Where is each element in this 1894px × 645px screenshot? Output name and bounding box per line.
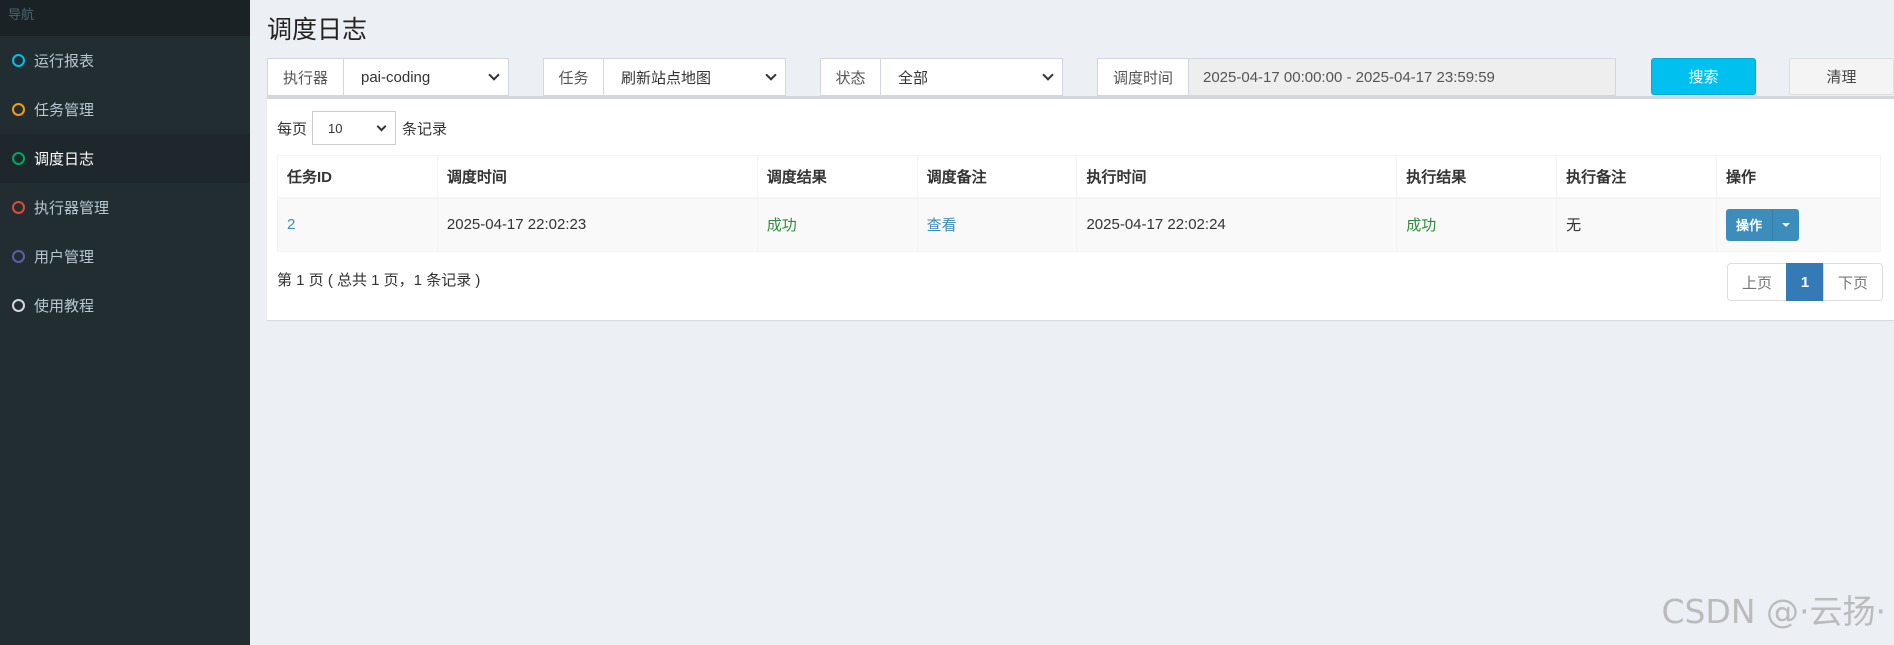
circle-icon: [12, 250, 25, 263]
handle-result-status: 成功: [1406, 217, 1437, 235]
trigger-result-status: 成功: [766, 217, 797, 235]
main-content: 调度日志 执行器 pai-coding 任务 刷新站点地图 状态 全部 调度时间…: [250, 0, 1894, 645]
sidebar-item-help[interactable]: 使用教程: [0, 281, 250, 330]
column-header[interactable]: 调度结果: [756, 155, 918, 199]
sidebar-item-executors[interactable]: 执行器管理: [0, 183, 250, 232]
chevron-down-icon: [1042, 69, 1054, 81]
sidebar-item-jobs[interactable]: 任务管理: [0, 85, 250, 134]
sidebar-item-label: 运行报表: [34, 53, 95, 70]
job-id-link[interactable]: 2: [287, 216, 295, 233]
column-header[interactable]: 操作: [1716, 155, 1881, 199]
status-select-value: 全部: [898, 69, 929, 87]
chevron-down-icon: [488, 69, 500, 81]
page-title: 调度日志: [267, 16, 368, 44]
task-filter-label: 任务: [544, 59, 604, 95]
circle-icon: [12, 201, 25, 214]
time-filter-label: 调度时间: [1098, 59, 1189, 95]
page-1-button[interactable]: 1: [1786, 263, 1824, 301]
action-button[interactable]: 操作: [1726, 208, 1774, 241]
clear-button[interactable]: 清理: [1789, 58, 1894, 95]
sidebar-item-logs[interactable]: 调度日志: [0, 134, 250, 183]
executor-select-value: pai-coding: [361, 68, 431, 86]
circle-icon: [12, 299, 25, 312]
page-size-select[interactable]: 10: [312, 111, 397, 145]
table-row: 2 2025-04-17 22:02:23 成功 查看 2025-04-17 2…: [277, 197, 1881, 252]
time-filter: 调度时间 2025-04-17 00:00:00 - 2025-04-17 23…: [1097, 58, 1616, 96]
page-size-prefix: 每页: [277, 120, 308, 138]
next-page-button[interactable]: 下页: [1823, 263, 1883, 301]
log-table: 任务ID 调度时间 调度结果 调度备注 执行时间 执行结果 执行备注 操作 2 …: [277, 155, 1881, 252]
sidebar-item-label: 用户管理: [34, 249, 95, 266]
executor-filter-label: 执行器: [268, 59, 344, 95]
circle-icon: [12, 103, 25, 116]
status-filter-label: 状态: [821, 59, 881, 95]
status-filter: 状态 全部: [820, 58, 1063, 96]
table-header-row: 任务ID 调度时间 调度结果 调度备注 执行时间 执行结果 执行备注 操作: [277, 155, 1881, 199]
action-button-group: 操作: [1726, 208, 1800, 241]
pagination: 上页 1 下页: [1727, 263, 1883, 301]
executor-filter: 执行器 pai-coding: [267, 58, 509, 96]
column-header[interactable]: 执行时间: [1076, 155, 1398, 199]
caret-down-icon: [1782, 222, 1791, 227]
search-button[interactable]: 搜索: [1651, 58, 1756, 95]
watermark: CSDN @·云扬·: [1661, 592, 1886, 631]
sidebar-item-dashboard[interactable]: 运行报表: [0, 36, 250, 85]
column-header[interactable]: 执行结果: [1396, 155, 1558, 199]
handle-note-cell: 无: [1556, 197, 1718, 252]
action-dropdown-toggle[interactable]: [1773, 208, 1800, 241]
time-range-input[interactable]: 2025-04-17 00:00:00 - 2025-04-17 23:59:5…: [1189, 59, 1615, 95]
column-header[interactable]: 调度备注: [916, 155, 1078, 199]
circle-icon: [12, 152, 25, 165]
page-size-control: 每页 10 条记录: [277, 111, 447, 145]
status-select[interactable]: 全部: [881, 59, 1062, 95]
chevron-down-icon: [765, 69, 777, 81]
task-select[interactable]: 刷新站点地图: [604, 59, 785, 95]
column-header[interactable]: 任务ID: [277, 155, 438, 199]
sidebar-item-label: 使用教程: [34, 298, 95, 315]
task-filter: 任务 刷新站点地图: [543, 58, 786, 96]
executor-select[interactable]: pai-coding: [344, 59, 508, 95]
circle-icon: [12, 54, 25, 67]
pagination-info: 第 1 页 ( 总共 1 页，1 条记录 ): [277, 272, 481, 289]
prev-page-button[interactable]: 上页: [1727, 263, 1787, 301]
sidebar-item-label: 调度日志: [34, 151, 95, 168]
page-size-value: 10: [328, 120, 343, 136]
sidebar-item-label: 执行器管理: [34, 200, 110, 217]
sidebar-item-users[interactable]: 用户管理: [0, 232, 250, 281]
sidebar-item-label: 任务管理: [34, 102, 95, 119]
task-select-value: 刷新站点地图: [621, 69, 712, 87]
sidebar: 导航 运行报表 任务管理 调度日志 执行器管理 用户管理 使用教程: [0, 0, 250, 645]
chevron-down-icon: [376, 121, 387, 131]
handle-time-cell: 2025-04-17 22:02:24: [1076, 197, 1398, 252]
log-list-box: 每页 10 条记录 任务ID 调度时间 调度结果 调度备注 执行时间 执行结果 …: [267, 96, 1894, 320]
trigger-note-link[interactable]: 查看: [927, 217, 957, 234]
column-header[interactable]: 调度时间: [436, 155, 758, 199]
trigger-time-cell: 2025-04-17 22:02:23: [436, 197, 758, 252]
column-header[interactable]: 执行备注: [1556, 155, 1718, 199]
page-size-suffix: 条记录: [402, 120, 448, 138]
nav-header: 导航: [0, 0, 250, 36]
